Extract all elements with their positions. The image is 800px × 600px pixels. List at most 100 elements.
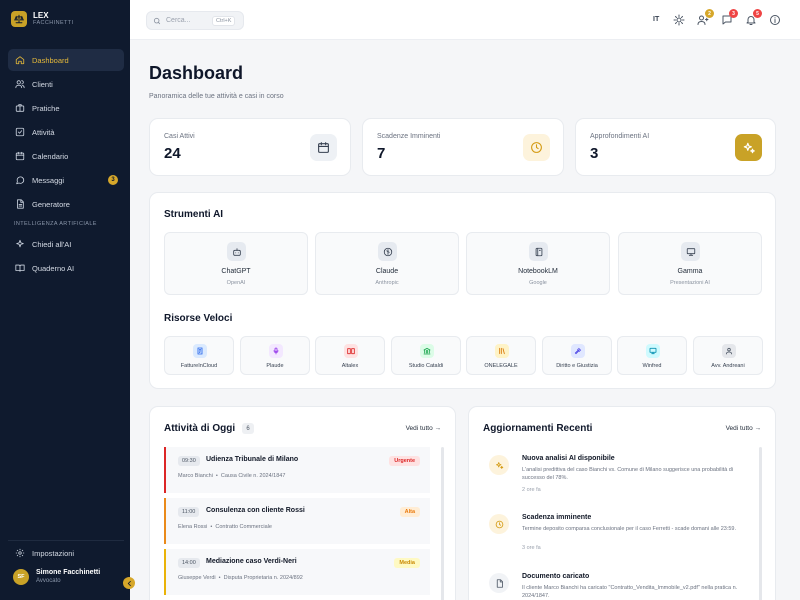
ai-tool-claude[interactable]: Claude Anthropic [315, 232, 459, 295]
activity-case: Causa Civile n. 2024/1847 [220, 473, 286, 479]
search-icon [153, 17, 161, 24]
sidebar-item-messaggi[interactable]: Messaggi 3 [8, 169, 124, 191]
resource-plaude[interactable]: Plaude [240, 336, 310, 375]
activity-item[interactable]: 11:00 Consulenza con cliente Rossi Elena… [164, 498, 430, 544]
resource-onelegale[interactable]: ONELEGALE [466, 336, 536, 375]
messages-badge: 3 [108, 175, 118, 185]
stat-card-casi-attivi[interactable]: Casi Attivi 24 [149, 118, 351, 176]
stat-label: Scadenze Imminenti [377, 133, 441, 140]
activity-item[interactable]: 09:30 Udienza Tribunale di Milano Marco … [164, 447, 430, 493]
stat-card-scadenze[interactable]: Scadenze Imminenti 7 [362, 118, 564, 176]
activities-scrollbar[interactable] [441, 447, 444, 600]
book-icon [15, 264, 25, 272]
updates-scrollbar[interactable] [759, 447, 762, 600]
sidebar-item-attivita[interactable]: Attività [8, 121, 124, 143]
resource-avv-andreani[interactable]: Avv. Andreani [693, 336, 763, 375]
activities-see-all-link[interactable]: Vedi tutto → [406, 425, 441, 432]
sidebar: LEX FACCHINETTI Dashboard Clienti Pratic… [0, 0, 135, 600]
activity-item[interactable]: 14:00 Mediazione caso Verdi-Neri Giusepp… [164, 549, 430, 595]
sidebar-item-label: Calendario [32, 151, 69, 161]
activity-person: Elena Rossi [178, 524, 208, 530]
resource-altalex[interactable]: Altalex [315, 336, 385, 375]
sidebar-nav: Dashboard Clienti Pratiche Attività Cale… [8, 49, 124, 281]
ai-tools-title: Strumenti AI [164, 209, 224, 220]
calendar-icon [15, 151, 25, 161]
activity-case: Disputa Proprietaria n. 2024/892 [223, 575, 303, 581]
book-open-icon [344, 344, 358, 358]
brand[interactable]: LEX FACCHINETTI [11, 11, 73, 27]
theme-toggle-button[interactable] [673, 14, 685, 26]
resource-name: ONELEGALE [484, 363, 518, 369]
user-icon [722, 344, 736, 358]
notifications-button[interactable]: 5 [745, 9, 762, 26]
sidebar-item-chiedi-ai[interactable]: Chiedi all'AI [8, 233, 124, 255]
microphone-icon [269, 344, 283, 358]
activity-time: 09:30 [178, 456, 200, 466]
see-all-label: Vedi tutto [725, 425, 753, 432]
brain-icon [378, 242, 397, 261]
activity-meta: Elena Rossi • Contratto Commerciale [178, 524, 272, 530]
resource-fattureincloud[interactable]: FattureInCloud [164, 336, 234, 375]
activities-count: 6 [242, 423, 254, 434]
main-content: Dashboard Panoramica delle tue attività … [130, 40, 800, 600]
search-box[interactable]: Ctrl+K [146, 11, 244, 30]
library-icon [495, 344, 509, 358]
briefcase-icon [15, 104, 25, 112]
update-title: Scadenza imminente [522, 514, 592, 521]
sidebar-item-label: Dashboard [32, 55, 69, 65]
sidebar-item-dashboard[interactable]: Dashboard [8, 49, 124, 71]
stat-label: Casi Attivi [164, 133, 195, 140]
resource-diritto-e-giustizia[interactable]: Diritto e Giustizia [542, 336, 612, 375]
ai-tool-provider: OpenAI [226, 280, 246, 286]
calendar-icon [310, 134, 337, 161]
user-profile[interactable]: SF Simone Facchinetti Avvocato [13, 568, 100, 585]
info-button[interactable] [769, 14, 781, 26]
sidebar-item-impostazioni[interactable]: Impostazioni [8, 542, 124, 564]
activity-title: Mediazione caso Verdi-Neri [206, 558, 297, 565]
check-square-icon [15, 127, 25, 137]
home-icon [15, 56, 25, 65]
activity-title: Udienza Tribunale di Milano [206, 456, 299, 463]
ai-tool-notebooklm[interactable]: NotebookLM Google [466, 232, 610, 295]
gear-icon [15, 548, 25, 558]
search-input[interactable] [166, 17, 210, 24]
messages-button[interactable]: 3 [721, 9, 738, 26]
ai-tool-provider: Anthropic [375, 280, 399, 286]
stat-card-approfondimenti-ai[interactable]: Approfondimenti AI 3 [575, 118, 776, 176]
activities-title: Attività di Oggi [164, 423, 236, 434]
settings-label: Impostazioni [32, 548, 75, 558]
sidebar-item-label: Pratiche [32, 103, 60, 113]
sidebar-item-calendario[interactable]: Calendario [8, 145, 124, 167]
robot-icon [227, 242, 246, 261]
activity-time: 14:00 [178, 558, 200, 568]
resource-name: Studio Cataldi [408, 363, 444, 369]
resource-winfred[interactable]: Winfred [617, 336, 687, 375]
monitor-icon [646, 344, 660, 358]
updates-see-all-link[interactable]: Vedi tutto → [726, 425, 761, 432]
update-description: Il cliente Marco Bianchi ha caricato "Co… [522, 585, 738, 599]
search-shortcut: Ctrl+K [212, 15, 236, 26]
sidebar-item-quaderno-ai[interactable]: Quaderno AI [8, 257, 124, 279]
stat-label: Approfondimenti AI [590, 133, 650, 140]
resource-name: Winfred [642, 363, 662, 369]
gavel-icon [571, 344, 585, 358]
users-icon [15, 80, 25, 89]
ai-tool-gamma[interactable]: Gamma Presentazioni AI [618, 232, 762, 295]
sun-icon [673, 14, 685, 26]
sidebar-item-label: Clienti [32, 79, 53, 89]
ai-tool-name: Gamma [677, 268, 703, 275]
sidebar-footer: Impostazioni [8, 540, 124, 564]
sidebar-item-clienti[interactable]: Clienti [8, 73, 124, 95]
see-all-label: Vedi tutto [405, 425, 433, 432]
language-switch[interactable]: IT [653, 16, 659, 23]
team-button[interactable]: 2 [697, 9, 714, 26]
update-description: L'analisi predittiva del caso Bianchi vs… [522, 467, 734, 481]
activity-time: 11:00 [178, 507, 200, 517]
brand-subtitle: FACCHINETTI [33, 20, 74, 26]
sidebar-item-pratiche[interactable]: Pratiche [8, 97, 124, 119]
resource-studio-cataldi[interactable]: Studio Cataldi [391, 336, 461, 375]
presentation-icon [681, 242, 700, 261]
sidebar-item-generatore[interactable]: Generatore [8, 193, 124, 215]
ai-tools-card: Strumenti AI ChatGPT OpenAI Claude Anthr… [149, 192, 776, 389]
ai-tool-chatgpt[interactable]: ChatGPT OpenAI [164, 232, 308, 295]
